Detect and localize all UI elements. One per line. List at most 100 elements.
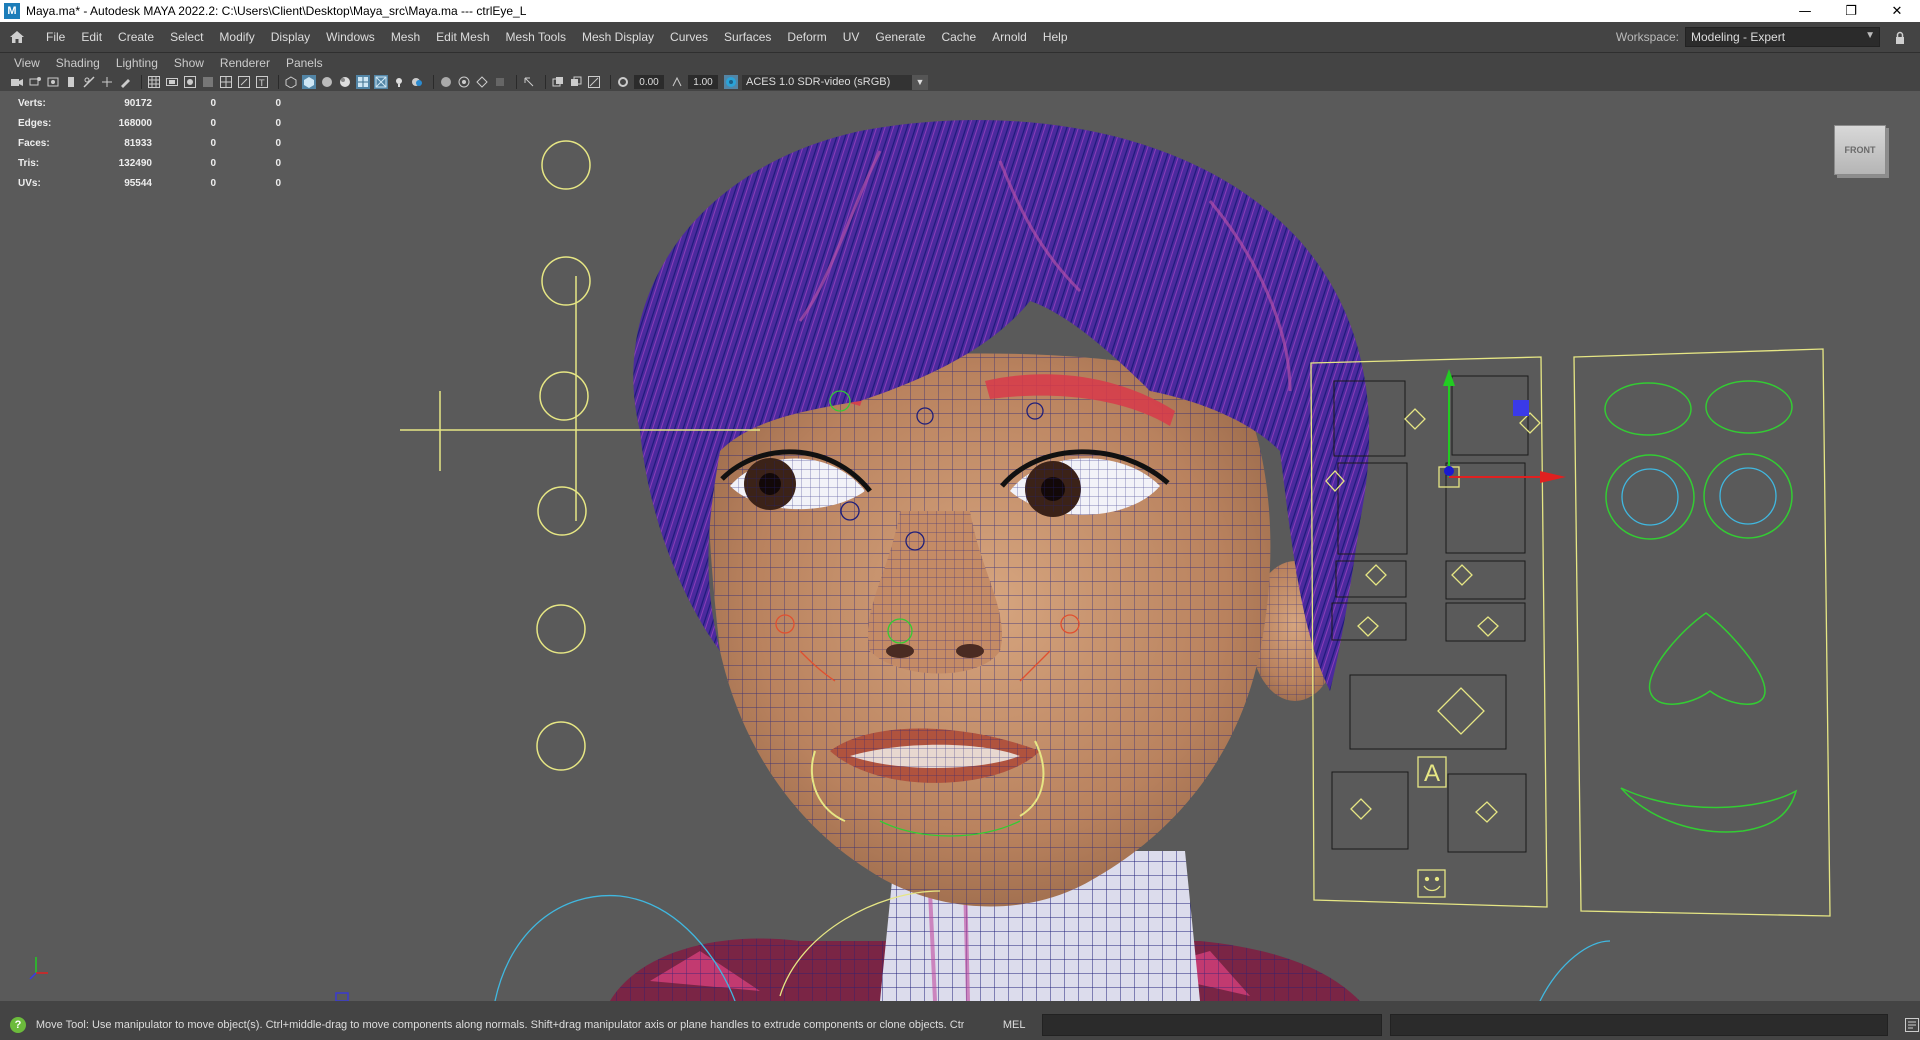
menu-surfaces[interactable]: Surfaces [716, 22, 779, 52]
safe-action-icon[interactable] [237, 75, 251, 89]
pencil-icon[interactable] [118, 75, 132, 89]
xray-joints-icon[interactable] [551, 75, 565, 89]
menu-deform[interactable]: Deform [779, 22, 834, 52]
anti-aliasing-icon[interactable] [475, 75, 489, 89]
gamma-field[interactable]: 1.00 [688, 75, 718, 89]
shadows-icon[interactable] [410, 75, 424, 89]
facial-rig-shapes-panel[interactable] [1573, 348, 1831, 917]
lock-icon[interactable] [1892, 28, 1908, 46]
menu-display[interactable]: Display [263, 22, 318, 52]
hud-value: 0 [210, 157, 216, 169]
toolbar-separator [141, 75, 142, 89]
color-management-icon[interactable] [724, 75, 738, 89]
menu-edit[interactable]: Edit [73, 22, 110, 52]
side-circle-controls[interactable] [536, 140, 591, 771]
field-chart-icon[interactable] [219, 75, 233, 89]
menu-uv[interactable]: UV [835, 22, 868, 52]
toolbar-separator [278, 75, 279, 89]
close-button[interactable]: ✕ [1874, 0, 1920, 22]
panel-menu-panels[interactable]: Panels [278, 56, 331, 70]
workspace-dropdown[interactable]: Modeling - Expert ▼ [1685, 27, 1880, 47]
gate-mask-icon[interactable] [201, 75, 215, 89]
xray-icon[interactable] [374, 75, 388, 89]
bookmark-icon[interactable] [46, 75, 60, 89]
menu-mesh-display[interactable]: Mesh Display [574, 22, 662, 52]
panel-menu-lighting[interactable]: Lighting [108, 56, 166, 70]
panel-menu-shading[interactable]: Shading [48, 56, 108, 70]
script-editor-icon[interactable] [1904, 1017, 1920, 1033]
hud-value: 0 [210, 177, 216, 189]
hud-label: Edges: [18, 117, 52, 129]
grease-pencil-icon[interactable] [100, 75, 114, 89]
gamma-icon[interactable] [670, 75, 684, 89]
command-input[interactable] [1042, 1014, 1382, 1036]
resolution-gate-icon[interactable] [183, 75, 197, 89]
default-material-icon[interactable] [320, 75, 334, 89]
motion-blur-icon[interactable] [457, 75, 471, 89]
menu-create[interactable]: Create [110, 22, 162, 52]
script-language-toggle[interactable]: MEL [994, 1019, 1034, 1031]
view-transform-dropdown[interactable]: ACES 1.0 SDR-video (sRGB) ▼ [742, 74, 928, 90]
xray-active-icon[interactable] [569, 75, 583, 89]
main-menu-bar: File Edit Create Select Modify Display W… [0, 22, 1920, 53]
depth-of-field-icon[interactable] [493, 75, 507, 89]
image-plane-icon[interactable] [64, 75, 78, 89]
safe-title-icon[interactable]: T [255, 75, 269, 89]
viewport-panel[interactable]: A Verts: 90172 0 0 Edges: 168000 0 0 Fac… [0, 91, 1920, 1001]
title-bar: M Maya.ma* - Autodesk MAYA 2022.2: C:\Us… [0, 0, 1920, 22]
restore-button[interactable]: ❐ [1828, 0, 1874, 22]
menu-arnold[interactable]: Arnold [984, 22, 1035, 52]
hud-value: 0 [275, 137, 281, 149]
use-all-lights-icon[interactable] [392, 75, 406, 89]
menu-edit-mesh[interactable]: Edit Mesh [428, 22, 497, 52]
shoulder-control-right[interactable] [1539, 940, 1611, 1001]
camera-attributes-icon[interactable] [28, 75, 42, 89]
window-controls: — ❐ ✕ [1782, 0, 1920, 22]
exposure-icon[interactable] [616, 75, 630, 89]
menu-cache[interactable]: Cache [933, 22, 984, 52]
poly-count-hud: Verts: 90172 0 0 Edges: 168000 0 0 Faces… [18, 93, 281, 193]
2d-pan-zoom-icon[interactable] [82, 75, 96, 89]
menu-select[interactable]: Select [162, 22, 211, 52]
menu-generate[interactable]: Generate [867, 22, 933, 52]
workspace-label: Workspace: [1615, 30, 1679, 44]
film-gate-icon[interactable] [165, 75, 179, 89]
menu-file[interactable]: File [38, 22, 73, 52]
hud-row: Verts: 90172 0 0 [18, 93, 281, 113]
grid-icon[interactable] [147, 75, 161, 89]
command-result [1389, 1014, 1889, 1036]
exposure-field[interactable]: 0.00 [634, 75, 664, 89]
panel-toolbar: T 0.00 1.00 ACES 1.0 SDR-video (sRGB) ▼ [0, 73, 1920, 91]
panel-menu-view[interactable]: View [6, 56, 48, 70]
scene-canvas[interactable]: A [0, 91, 1920, 1001]
hud-row: Edges: 168000 0 0 [18, 113, 281, 133]
backface-culling-icon[interactable] [587, 75, 601, 89]
view-cube[interactable]: FRONT [1834, 125, 1886, 175]
menu-help[interactable]: Help [1035, 22, 1076, 52]
toolbar-separator [433, 75, 434, 89]
panel-menu-renderer[interactable]: Renderer [212, 56, 278, 70]
menu-modify[interactable]: Modify [211, 22, 262, 52]
home-icon[interactable] [6, 27, 28, 47]
isolate-select-icon[interactable] [522, 75, 536, 89]
menu-mesh[interactable]: Mesh [383, 22, 428, 52]
axis-gizmo [29, 957, 48, 980]
minimize-button[interactable]: — [1782, 0, 1828, 22]
hud-row: UVs: 95544 0 0 [18, 173, 281, 193]
menu-mesh-tools[interactable]: Mesh Tools [498, 22, 574, 52]
menu-windows[interactable]: Windows [318, 22, 383, 52]
wireframe-icon[interactable] [284, 75, 298, 89]
hud-value: 0 [210, 137, 216, 149]
wireframe-on-shaded-icon[interactable] [356, 75, 370, 89]
camera-icon[interactable] [10, 75, 24, 89]
textured-icon[interactable] [338, 75, 352, 89]
toolbar-separator [545, 75, 546, 89]
panel-menu-show[interactable]: Show [166, 56, 212, 70]
menu-curves[interactable]: Curves [662, 22, 716, 52]
smooth-shade-icon[interactable] [302, 75, 316, 89]
screen-space-ao-icon[interactable] [439, 75, 453, 89]
hud-value: 95544 [124, 177, 152, 189]
help-text: Move Tool: Use manipulator to move objec… [35, 1019, 965, 1031]
toolbar-separator [516, 75, 517, 89]
view-transform-value: ACES 1.0 SDR-video (sRGB) [746, 76, 891, 88]
